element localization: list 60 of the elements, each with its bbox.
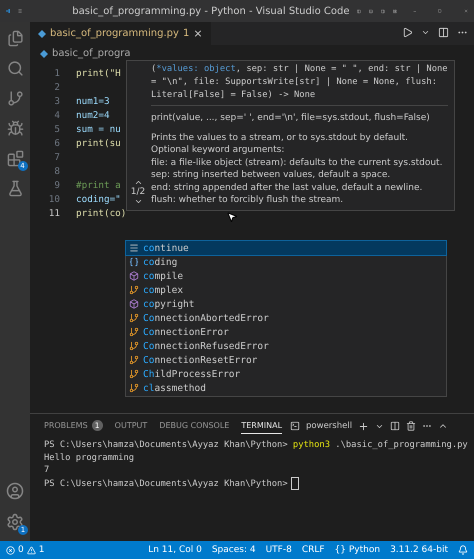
line-number: 4 [53,110,61,120]
suggestion-item[interactable]: continue [126,241,446,255]
line-number: 5 [53,124,61,134]
doc-line: file: a file-like object (stream): defaults to the current sys.stdout. [151,156,442,169]
suggestion-item[interactable]: coding [126,255,446,269]
code-line: sum = nu [76,124,121,134]
panel-tab[interactable]: TERMINAL [241,421,282,434]
status-item[interactable]: {} Python [334,545,380,555]
line-number: 6 [53,138,61,148]
suggestion-item[interactable]: classmethod [126,381,446,395]
close-tab-button[interactable]: × [193,27,203,40]
breadcrumb[interactable]: basic_of_progra [52,48,131,59]
suggestion-item[interactable]: copyright [126,297,446,311]
call-signature: print(value, ..., sep=' ', end='\n', file=sys.stdout, flush=False) [151,112,430,124]
status-item[interactable]: Spaces: 4 [212,545,256,555]
panel-tab[interactable]: DEBUG CONSOLE [159,421,230,434]
line-number: 1 [53,68,61,78]
doc-line: end: string appended after the last value, default a newline. [151,182,422,194]
doc-line: sep: string inserted between values, default a space. [151,169,390,182]
problems-status[interactable]: 0 1 [6,545,44,555]
status-item[interactable]: Ln 11, Col 0 [148,545,202,555]
tab-label: basic_of_programming.py [50,28,179,39]
doc-line: Optional keyword arguments: [151,144,284,156]
terminal-name[interactable]: powershell [306,421,352,431]
suggestion-item[interactable]: ConnectionError [126,325,446,339]
terminal-prompt: PS C:\Users\hamza\Documents\Ayyaz Khan\Python> [44,478,288,488]
code-line: print(su [76,138,121,148]
doc-line: Prints the values to a stream, or to sys.stdout by default. [151,132,408,144]
line-number: 10 [48,194,61,204]
terminal-line: PS C:\Users\hamza\Documents\Ayyaz Khan\Python> python3 .\basic_of_programming.py [44,439,468,452]
overload-counter: 1/2 [130,186,146,196]
code-line: print(co) [76,208,126,218]
suggestion-item[interactable]: complex [126,283,446,297]
signature: (*values: object, sep: str | None = " ", end: str | None = "\n", file: SupportsWrite[str] | None = None, flush: Literal[False] = False) -> None [151,63,448,106]
code-line: coding=" [76,194,121,204]
suggestion-item[interactable]: ChildProcessError [126,367,446,381]
status-item[interactable]: 3.11.2 64-bit [390,545,448,555]
problem-count: 1 [182,28,190,39]
panel-tab[interactable]: OUTPUT [114,421,148,434]
editor-tab[interactable]: basic_of_programming.py 1 × [30,22,211,45]
suggestion-item[interactable]: ConnectionRefusedError [126,339,446,353]
code-line: num1=3 [76,96,110,106]
suggestion-item[interactable]: ConnectionAbortedError [126,311,446,325]
terminal-output: 7 [44,464,50,476]
suggestion-item[interactable]: compile [126,269,446,283]
doc-line: flush: whether to forcibly flush the stream. [151,194,344,206]
line-number: 8 [53,166,61,176]
line-number: 3 [53,96,61,106]
code-line: #print a [76,180,121,190]
line-number: 7 [53,152,61,162]
status-item[interactable]: UTF-8 [266,545,292,555]
suggestion-item[interactable]: ConnectionResetError [126,353,446,367]
line-number: 2 [53,82,61,92]
line-number: 11 [48,208,61,218]
terminal-output: Hello programming [44,452,134,464]
code-line: num2=4 [76,110,110,120]
window-title: basic_of_programming.py - Python - Visual Studio Code [72,6,350,16]
line-number: 9 [53,180,61,190]
status-item[interactable]: CRLF [302,545,325,555]
code-line: print("H [76,68,121,78]
